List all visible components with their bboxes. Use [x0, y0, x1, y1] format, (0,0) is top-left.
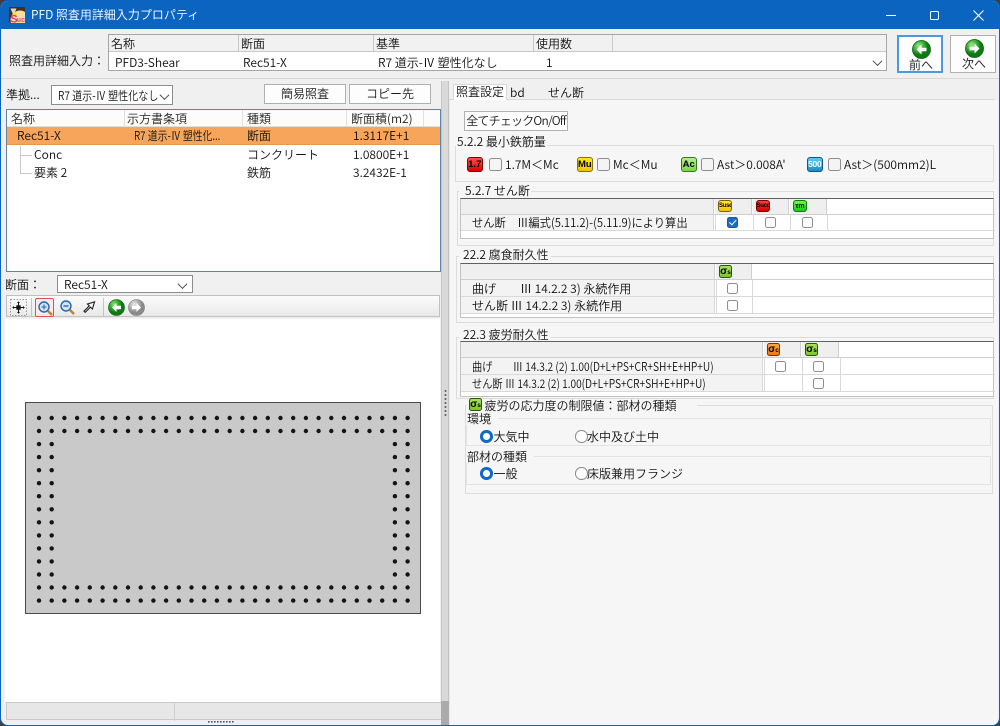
svg-text:uc: uc: [17, 17, 25, 23]
